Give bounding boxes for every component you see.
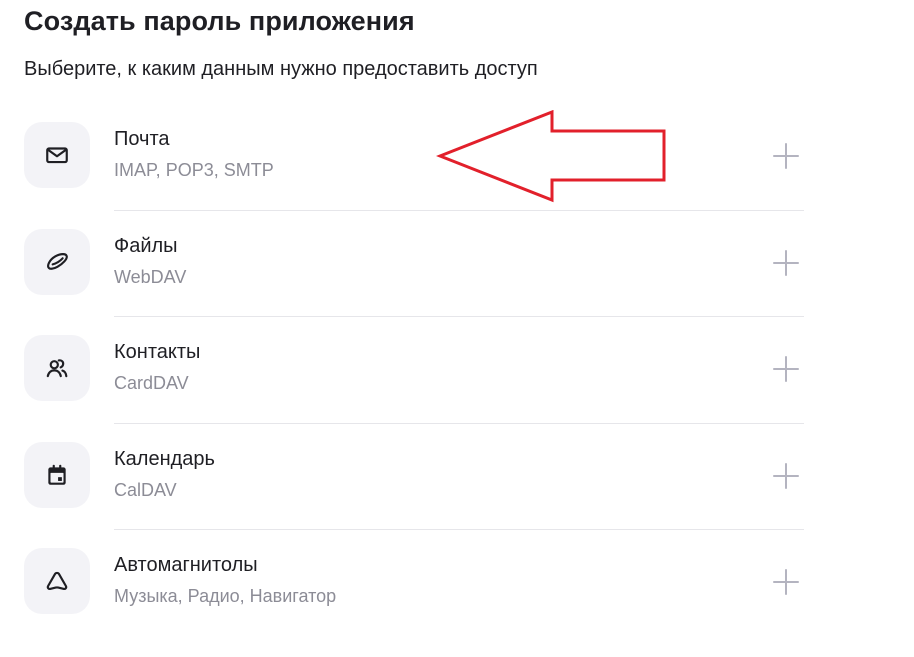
access-item-title: Файлы (114, 234, 178, 257)
add-car-radios-button[interactable] (768, 564, 804, 600)
access-type-list: Почта IMAP, POP3, SMTP Файлы WebDAV Конт… (24, 122, 804, 655)
access-item-title: Календарь (114, 447, 215, 470)
access-item-calendar[interactable]: Календарь CalDAV (24, 441, 804, 549)
plus-icon (773, 462, 799, 489)
access-item-protocols: CardDAV (114, 373, 189, 393)
plus-icon (773, 249, 799, 276)
contacts-icon-tile (24, 335, 90, 401)
calendar-icon-tile (24, 441, 90, 508)
contacts-icon (46, 359, 68, 378)
files-icon-tile (24, 228, 90, 295)
cloud-disk-icon (47, 252, 68, 270)
mail-icon-tile (24, 122, 90, 188)
access-item-protocols: Музыка, Радио, Навигатор (114, 586, 337, 606)
access-item-files[interactable]: Файлы WebDAV (24, 228, 804, 336)
page-subtitle: Выберите, к каким данным нужно предостав… (24, 58, 538, 80)
access-item-title: Контакты (114, 341, 201, 363)
add-mail-button[interactable] (768, 138, 804, 174)
plus-icon (773, 143, 799, 169)
access-item-protocols: WebDAV (114, 266, 187, 287)
plus-icon (773, 569, 799, 595)
add-files-button[interactable] (768, 245, 804, 281)
plus-icon (773, 356, 799, 382)
access-item-protocols: CalDAV (114, 479, 177, 500)
car-radios-icon-tile (24, 548, 90, 614)
access-item-protocols: IMAP, POP3, SMTP (114, 160, 274, 180)
divider (114, 422, 804, 424)
calendar-icon (48, 464, 66, 485)
divider (114, 316, 804, 317)
page-title: Создать пароль приложения (24, 6, 415, 36)
car-navigation-icon (46, 571, 68, 591)
divider (114, 209, 804, 211)
add-contacts-button[interactable] (768, 351, 804, 387)
divider (114, 529, 804, 530)
mail-icon (46, 147, 68, 164)
access-item-mail[interactable]: Почта IMAP, POP3, SMTP (24, 122, 804, 229)
access-item-title: Автомагнитолы (114, 554, 258, 576)
access-item-title: Почта (114, 128, 170, 150)
access-item-contacts[interactable]: Контакты CardDAV (24, 335, 804, 442)
access-item-car-radios[interactable]: Автомагнитолы Музыка, Радио, Навигатор (24, 548, 804, 655)
add-calendar-button[interactable] (768, 458, 804, 494)
